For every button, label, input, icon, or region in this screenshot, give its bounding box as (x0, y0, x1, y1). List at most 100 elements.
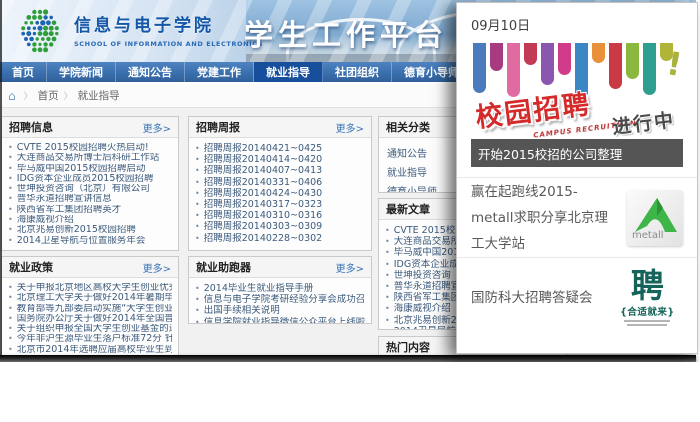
list-item[interactable]: •IDG资本企业成员2015校园招聘 (8, 174, 172, 184)
nav-label: 德育小导师 (404, 64, 459, 80)
more-link[interactable]: 更多> (336, 260, 364, 275)
panel-employment-policy: 就业政策 更多> •关于申报北京地区高校大学生创业优秀团队的通知•北京理工大学关… (1, 256, 179, 357)
more-link[interactable]: 更多> (336, 120, 364, 135)
more-link[interactable]: 更多> (143, 260, 171, 275)
list-item[interactable]: •关于申报北京地区高校大学生创业优秀团队的通知 (8, 283, 172, 293)
pin-logo: 聘 {合适就来} (612, 269, 683, 326)
list-item[interactable]: •招聘周报20140421~0425 (195, 143, 365, 154)
weekly-report-list: •招聘周报20140421~0425•招聘周报20140414~0420•招聘周… (189, 143, 371, 244)
pin-fine-print (627, 324, 667, 326)
list-item[interactable]: •信息学院就业指导微信公众平台上线啦! (195, 317, 365, 324)
bullet-icon: • (8, 184, 13, 194)
list-item[interactable]: •招聘周报20140303~0309 (195, 221, 365, 232)
list-item[interactable]: •大连商品交易所博士后科研工作站 (8, 153, 172, 163)
bullet-icon: • (195, 233, 200, 244)
bullet-icon: • (8, 164, 13, 174)
list-item-label: 普华永道招聘宣讲信息 (17, 194, 112, 204)
paint-drip (541, 43, 554, 85)
bullet-icon: • (195, 305, 200, 316)
list-item[interactable]: •今年非沪生源毕业生落户标准72分 针对紧缺急需人才 (8, 334, 172, 344)
campus-recruitment-banner[interactable]: ! 校园招聘 CAMPUS RECRUITMENT 进行中 开始2015校招的公… (471, 43, 683, 167)
banner-caption[interactable]: 开始2015校招的公司整理 (471, 139, 683, 167)
more-link[interactable]: 更多> (143, 120, 171, 135)
list-item-label: IDG资本企业成员2015校园招聘 (17, 174, 154, 184)
list-item-label: 世坤投资咨询（北京）有限公司 (17, 184, 150, 194)
breadcrumb-separator-icon: 〉 (24, 89, 33, 102)
list-item[interactable]: • 世坤投资咨询（北京）有限公司 (8, 184, 172, 194)
nav-item-home[interactable]: 首页 (0, 62, 47, 82)
list-item[interactable]: •招聘周报20140424~0430 (195, 188, 365, 199)
list-item[interactable]: •就业指导 (387, 164, 463, 179)
nav-label: 学院新闻 (59, 64, 103, 80)
list-item[interactable]: •北京理工大学关于做好2014年暑期毕业生派遣工作的通知 (8, 293, 172, 303)
recruit-info-list: •CVTE 2015校园招聘火热启动!•大连商品交易所博士后科研工作站•毕马威中… (2, 143, 178, 246)
list-item[interactable]: •普华永道招聘宣讲信息 (8, 194, 172, 204)
list-item[interactable]: •通知公告 (387, 145, 463, 160)
bullet-icon: • (385, 270, 390, 281)
list-item[interactable]: •信息与电子学院考研经验分享会成功召开 (195, 294, 365, 305)
panel-title: 招聘周报 (196, 119, 240, 135)
nav-item-party[interactable]: 党建工作 (185, 62, 254, 82)
nav-item-news[interactable]: 学院新闻 (47, 62, 116, 82)
bullet-icon: • (195, 210, 200, 221)
list-item[interactable]: •2014卫星导航与位置服务年会 (8, 236, 172, 246)
list-item[interactable]: • 海康威视介绍 (8, 215, 172, 225)
list-item-label: 海康威视介绍 (17, 215, 74, 225)
list-item[interactable]: • 出国手续相关说明 (195, 305, 365, 316)
pin-slogan: {合适就来} (612, 304, 683, 318)
list-item[interactable]: •招聘周报20140317~0323 (195, 199, 365, 210)
card-item-metall[interactable]: 赢在起跑线2015-metall求职分享北京理工大学站 metall (457, 177, 697, 257)
list-item[interactable]: •北京兆易创新2015校园招聘 (8, 225, 172, 235)
paint-drip (609, 43, 622, 89)
list-item-label: 国务院办公厅关于做好2014年全国普通高等学校毕业生就业... (17, 314, 172, 324)
list-item-label: 就业指导 (387, 168, 427, 179)
list-item[interactable]: •招聘周报20140331~0406 (195, 177, 365, 188)
bullet-icon: • (385, 326, 390, 330)
bullet-icon: • (8, 283, 13, 293)
bullet-icon: • (195, 177, 200, 188)
panel-header: 就业政策 更多> (2, 257, 178, 278)
list-item-label: 北京理工大学关于做好2014年暑期毕业生派遣工作的通知 (17, 293, 172, 303)
list-item-label: 招聘周报20140407~0413 (204, 165, 323, 176)
list-item[interactable]: •毕马威中国2015校园招聘启动 (8, 164, 172, 174)
bullet-icon: • (8, 215, 13, 225)
list-item[interactable]: •招聘周报20140414~0420 (195, 154, 365, 165)
bullet-icon: • (195, 294, 200, 305)
list-item-label: 北京兆易创新2015校园招聘 (17, 225, 136, 235)
list-item-label: 今年非沪生源毕业生落户标准72分 针对紧缺急需人才 (17, 334, 172, 344)
list-item-label: 招聘周报20140303~0309 (204, 221, 323, 232)
nav-item-clubs[interactable]: 社团组织 (323, 62, 392, 82)
card-item-guofangkeda[interactable]: 国防科大招聘答疑会 聘 {合适就来} (457, 257, 697, 337)
list-item[interactable]: •2014毕业生就业指导手册 (195, 283, 365, 294)
nav-item-career[interactable]: 就业指导 (254, 62, 323, 82)
list-item[interactable]: •陕西省军工集团招聘英才 (8, 205, 172, 215)
panel-title: 最新文章 (386, 201, 430, 217)
breadcrumb-home[interactable]: 首页 (38, 88, 59, 103)
employment-policy-list: •关于申报北京地区高校大学生创业优秀团队的通知•北京理工大学关于做好2014年暑… (2, 283, 178, 355)
list-item[interactable]: •北京市2014年选聘应届高校毕业生到村任职工作公告 (8, 345, 172, 355)
panel-title: 招聘信息 (9, 119, 53, 135)
home-icon: ⌂ (8, 89, 16, 103)
paint-drip (490, 43, 503, 71)
list-item[interactable]: •教育部等九部委启动实施“大学生创业引领计划” (8, 304, 172, 314)
metall-logo: metall (627, 190, 683, 246)
list-item-label: 海康威视介绍 (394, 303, 451, 314)
panel-header: 招聘周报 更多> (189, 117, 371, 138)
list-item[interactable]: •德育小导师 (387, 183, 463, 193)
nav-item-notices[interactable]: 通知公告 (116, 62, 185, 82)
recruitment-overlay-card: 09月10日 ! 校园招聘 CAMPUS RECRUITMENT 进行中 开始2… (456, 2, 698, 354)
list-item-label: 关于组织申报全国大学生创业基金的通知 (17, 324, 172, 334)
list-item-label: CVTE 2015校园招聘火热启动! (17, 143, 149, 153)
bullet-icon: • (195, 317, 200, 324)
list-item-label: 招聘周报20140424~0430 (204, 188, 323, 199)
list-item[interactable]: •招聘周报20140228~0302 (195, 233, 365, 244)
list-item[interactable]: •国务院办公厅关于做好2014年全国普通高等学校毕业生就业... (8, 314, 172, 324)
list-item-label: 出国手续相关说明 (204, 305, 280, 316)
list-item[interactable]: •招聘周报20140310~0316 (195, 210, 365, 221)
bullet-icon: • (385, 281, 390, 292)
list-item[interactable]: •关于组织申报全国大学生创业基金的通知 (8, 324, 172, 334)
list-item[interactable]: •招聘周报20140407~0413 (195, 165, 365, 176)
paint-drip (643, 43, 656, 95)
list-item[interactable]: •CVTE 2015校园招聘火热启动! (8, 143, 172, 153)
list-item-label: 招聘周报20140414~0420 (204, 154, 323, 165)
